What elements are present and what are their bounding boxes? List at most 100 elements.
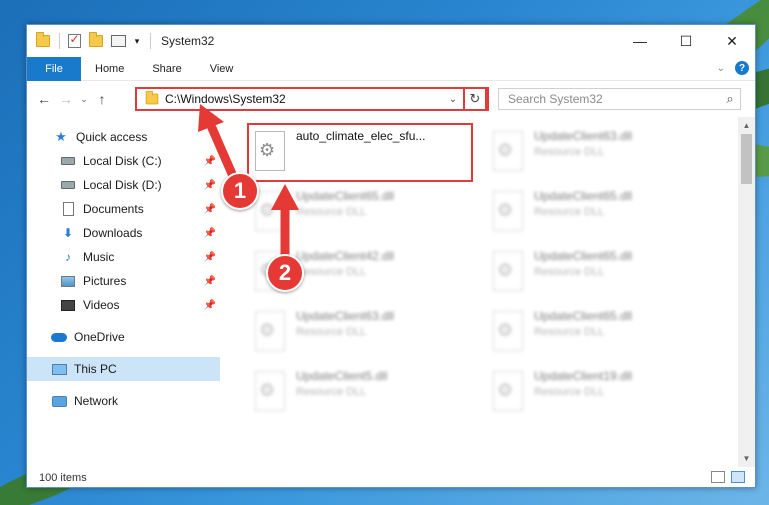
file-item[interactable]: UpdateClient5.dll Resource DLL <box>249 365 474 419</box>
help-icon[interactable]: ? <box>735 61 749 75</box>
sidebar-item-local-disk-c[interactable]: Local Disk (C:) 📌 <box>27 149 220 173</box>
dll-file-icon <box>249 309 289 355</box>
document-icon <box>60 202 76 216</box>
file-item[interactable]: UpdateClient63.dll Resource DLL <box>487 125 712 179</box>
sidebar-item-label: Network <box>74 394 119 408</box>
file-name: UpdateClient65.dll <box>534 249 633 263</box>
vertical-scrollbar[interactable]: ▲ ▼ <box>738 117 755 467</box>
pin-icon: 📌 <box>203 299 216 311</box>
file-type: Resource DLL <box>534 206 605 218</box>
scroll-thumb[interactable] <box>741 134 752 184</box>
ribbon-tabs: File Home Share View ⌄ ? <box>27 56 755 81</box>
properties-icon[interactable] <box>110 33 126 49</box>
music-icon: ♪ <box>65 250 71 264</box>
item-count: 100 items <box>39 472 87 484</box>
scroll-down-arrow-icon[interactable]: ▼ <box>738 450 755 467</box>
file-type: Resource DLL <box>296 266 367 278</box>
new-folder-icon[interactable] <box>88 32 104 49</box>
tab-share[interactable]: Share <box>138 57 195 81</box>
window-title: System32 <box>161 34 215 48</box>
file-item[interactable]: UpdateClient19.dll Resource DLL <box>487 365 712 419</box>
toolbar-divider <box>150 33 151 49</box>
file-type: Resource DLL <box>534 386 605 398</box>
view-toggle <box>711 471 745 483</box>
checkbox-properties-icon[interactable] <box>66 32 82 49</box>
scroll-up-arrow-icon[interactable]: ▲ <box>738 117 755 134</box>
refresh-icon: ↻ <box>469 91 481 106</box>
file-name: UpdateClient63.dll <box>534 129 633 143</box>
window-controls: — ☐ ✕ <box>617 25 755 57</box>
sidebar-item-label: OneDrive <box>74 330 125 344</box>
sidebar-item-label: Quick access <box>76 130 148 144</box>
file-item[interactable]: UpdateClient65.dll Resource DLL <box>487 305 712 359</box>
tiles-view-icon[interactable] <box>731 471 745 483</box>
search-box[interactable]: ⌕ <box>498 88 741 110</box>
quick-access-toolbar: ▾ <box>27 25 157 57</box>
sidebar-item-onedrive[interactable]: OneDrive <box>27 325 220 349</box>
sidebar-item-this-pc[interactable]: This PC <box>27 357 220 381</box>
pictures-icon <box>60 274 76 288</box>
file-type: Resource DLL <box>296 206 367 218</box>
file-name: UpdateClient5.dll <box>296 369 388 383</box>
up-arrow-icon[interactable]: ↑ <box>91 87 113 111</box>
tab-file[interactable]: File <box>27 56 81 81</box>
sidebar-item-label: Local Disk (D:) <box>83 178 162 192</box>
file-explorer-window: ▾ System32 — ☐ ✕ File Home Share View ⌄ … <box>26 24 756 488</box>
sidebar-item-label: Music <box>83 250 115 264</box>
details-view-icon[interactable] <box>711 471 725 483</box>
sidebar-item-local-disk-d[interactable]: Local Disk (D:) 📌 <box>27 173 220 197</box>
sidebar-item-label: Pictures <box>83 274 127 288</box>
pin-icon: 📌 <box>203 179 216 191</box>
file-name: UpdateClient65.dll <box>534 309 633 323</box>
file-item[interactable]: UpdateClient65.dll Resource DLL <box>487 185 712 239</box>
sidebar-item-downloads[interactable]: ⬇ Downloads 📌 <box>27 221 220 245</box>
file-type: Resource DLL <box>534 326 605 338</box>
file-name: UpdateClient65.dll <box>534 189 633 203</box>
close-button[interactable]: ✕ <box>709 25 755 57</box>
expand-ribbon-chevron-icon[interactable]: ⌄ <box>717 63 725 74</box>
disk-icon <box>60 154 76 168</box>
sidebar-item-documents[interactable]: Documents 📌 <box>27 197 220 221</box>
toolbar-divider <box>59 33 60 49</box>
dll-file-icon <box>487 129 527 175</box>
status-bar: 100 items <box>27 467 755 489</box>
sidebar-item-label: Documents <box>83 202 144 216</box>
sidebar-item-quick-access[interactable]: ★ Quick access <box>27 125 220 149</box>
file-item[interactable]: UpdateClient65.dll Resource DLL <box>249 185 474 239</box>
step-badge-2: 2 <box>266 254 304 292</box>
sidebar-item-label: Videos <box>83 298 120 312</box>
pin-icon: 📌 <box>203 203 216 215</box>
search-input[interactable] <box>508 92 720 106</box>
address-bar[interactable]: C:\Windows\System32 ⌄ <box>135 87 489 111</box>
sidebar-item-label: Local Disk (C:) <box>83 154 162 168</box>
sidebar-item-pictures[interactable]: Pictures 📌 <box>27 269 220 293</box>
address-dropdown-chevron-icon[interactable]: ⌄ <box>445 94 461 105</box>
maximize-button[interactable]: ☐ <box>663 25 709 57</box>
star-icon: ★ <box>55 129 67 144</box>
sidebar-item-network[interactable]: Network <box>27 389 220 413</box>
customize-toolbar-icon[interactable]: ▾ <box>132 33 142 49</box>
dll-file-icon <box>487 309 527 355</box>
dll-file-icon <box>249 369 289 415</box>
sidebar-item-label: Downloads <box>83 226 143 240</box>
file-item-highlighted[interactable]: auto_climate_elec_sfu... <box>249 125 474 179</box>
back-arrow-icon[interactable]: ← <box>33 87 55 111</box>
disk-icon <box>60 178 76 192</box>
sidebar-item-music[interactable]: ♪ Music 📌 <box>27 245 220 269</box>
recent-locations-chevron-icon[interactable]: ⌄ <box>77 87 91 111</box>
file-name: UpdateClient42.dll <box>296 249 395 263</box>
sidebar-item-label: This PC <box>74 362 117 376</box>
sidebar-item-videos[interactable]: Videos 📌 <box>27 293 220 317</box>
tab-view[interactable]: View <box>196 57 248 81</box>
file-item[interactable]: UpdateClient63.dll Resource DLL <box>249 305 474 359</box>
forward-arrow-icon[interactable]: → <box>55 87 77 111</box>
folder-icon[interactable] <box>35 32 51 49</box>
file-item[interactable]: UpdateClient65.dll Resource DLL <box>487 245 712 299</box>
address-folder-icon <box>145 90 159 105</box>
pin-icon: 📌 <box>203 155 216 167</box>
minimize-button[interactable]: — <box>617 25 663 57</box>
refresh-button[interactable]: ↻ <box>463 87 487 111</box>
dll-file-icon <box>487 369 527 415</box>
tab-home[interactable]: Home <box>81 57 138 81</box>
file-name: UpdateClient63.dll <box>296 309 395 323</box>
